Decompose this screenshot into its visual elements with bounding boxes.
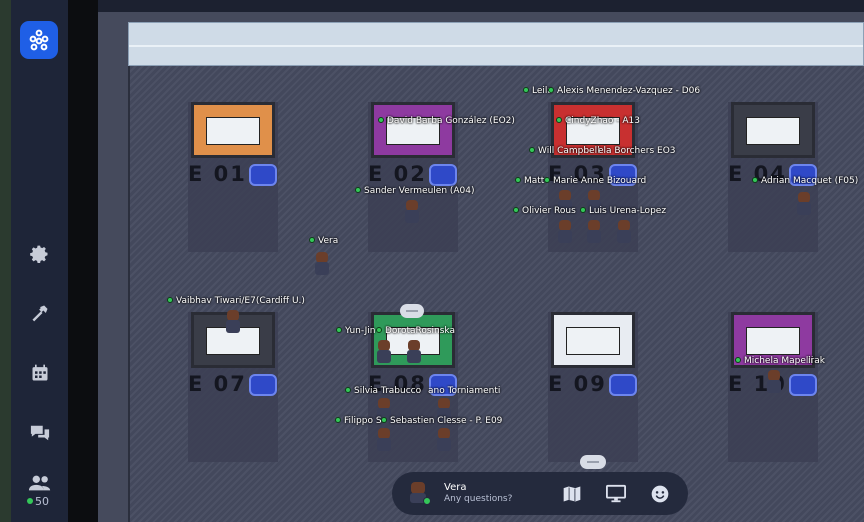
avatar[interactable]: [585, 220, 603, 244]
name-tag: Alexis Menendez-Vazquez - D06: [548, 86, 700, 96]
name-tag: Yun-Jin: [336, 326, 375, 336]
people-icon: [28, 475, 51, 491]
name-tag: Filippo S: [335, 416, 382, 426]
name-tag: CindyZhao - A13: [556, 116, 640, 126]
booth-label: E 09: [548, 372, 607, 396]
room-wall: [128, 22, 864, 66]
settings-button[interactable]: [25, 239, 55, 269]
name-tag: ela Borchers EO3: [598, 146, 676, 156]
chat-icon: [30, 425, 50, 441]
map-border: [68, 0, 98, 522]
name-tag-self: Vera: [309, 236, 338, 246]
chair: [429, 164, 457, 186]
participant-count: 50: [27, 495, 49, 508]
online-dot: [27, 498, 33, 504]
chair: [609, 374, 637, 396]
chair: [249, 164, 277, 186]
self-name: Vera: [444, 482, 467, 493]
avatar[interactable]: [403, 200, 421, 224]
name-tag: David Barba González (EO2): [378, 116, 515, 126]
avatar[interactable]: [435, 428, 453, 452]
name-tag: Olivier Rous: [513, 206, 576, 216]
map-button[interactable]: [561, 483, 583, 505]
name-tag: Adrian Macquet (F05): [752, 176, 858, 186]
emoji-icon: [651, 485, 669, 503]
booth-label: E 07: [188, 372, 247, 396]
build-button[interactable]: [25, 298, 55, 328]
name-tag: Michela Mapelli: [735, 356, 813, 366]
avatar-self[interactable]: [313, 252, 331, 276]
name-tag: Sander Vermeulen (A04): [355, 186, 475, 196]
avatar[interactable]: [405, 340, 423, 364]
chat-bubble-icon[interactable]: [400, 304, 424, 318]
self-avatar[interactable]: [408, 482, 431, 505]
hammer-icon: [32, 305, 48, 322]
chat-button[interactable]: [25, 418, 55, 448]
calendar-button[interactable]: [25, 358, 55, 388]
avatar[interactable]: [765, 370, 783, 394]
self-status[interactable]: Any questions?: [444, 494, 512, 504]
avatar[interactable]: [375, 428, 393, 452]
poster-screen[interactable]: [371, 102, 455, 158]
screen-share-icon: [606, 484, 626, 503]
emoji-button[interactable]: [649, 483, 671, 505]
online-status-dot: [423, 497, 431, 505]
poster-screen[interactable]: [731, 102, 815, 158]
avatar[interactable]: [556, 220, 574, 244]
bar-grip-handle[interactable]: [580, 455, 606, 469]
screen-share-button[interactable]: [605, 483, 627, 505]
map-icon: [563, 486, 581, 502]
name-tag: Silvia Trabucco: [345, 386, 421, 396]
top-bar: [98, 0, 864, 12]
calendar-icon: [32, 364, 48, 381]
name-tag: Sebastien Clesse - P. E09: [381, 416, 502, 426]
booth-label: E 02: [368, 162, 427, 186]
bottom-bar: Vera Any questions?: [392, 472, 688, 515]
avatar[interactable]: [375, 340, 393, 364]
chair: [789, 374, 817, 396]
participants-button[interactable]: [25, 468, 55, 498]
poster-screen[interactable]: [551, 312, 635, 368]
avatar[interactable]: [615, 220, 633, 244]
left-sidebar: 50: [11, 0, 68, 522]
name-tag: Will Campbell: [529, 146, 600, 156]
name-tag: irak: [808, 356, 825, 366]
gear-icon: [30, 245, 48, 263]
name-tag: ano Torniamenti: [428, 386, 501, 396]
name-tag: Marie Anne Bizouard: [544, 176, 646, 186]
avatar[interactable]: [224, 310, 242, 334]
poster-screen[interactable]: [191, 102, 275, 158]
avatar[interactable]: [795, 192, 813, 216]
name-tag: Matt: [515, 176, 544, 186]
name-tag: DorotaRosinska: [376, 326, 455, 336]
chair: [249, 374, 277, 396]
logo-icon: [29, 29, 49, 51]
name-tag: Luis Urena-Lopez: [580, 206, 666, 216]
booth-label: E 01: [188, 162, 247, 186]
app-logo[interactable]: [20, 21, 58, 59]
background-strip: [0, 0, 11, 522]
name-tag: Vaibhav Tiwari/E7(Cardiff U.): [167, 296, 305, 306]
